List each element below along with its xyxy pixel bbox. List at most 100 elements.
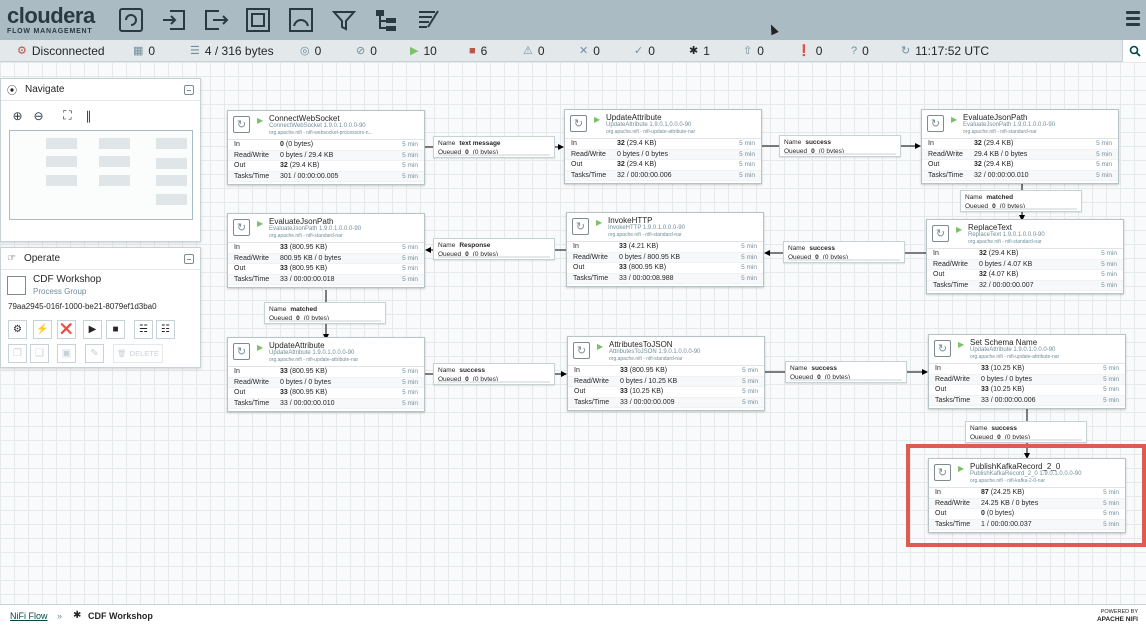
zoom-in-icon[interactable]: ⊕ — [9, 107, 26, 124]
group-icon: ▣ — [61, 348, 72, 359]
copy-icon: ❐ — [13, 348, 22, 359]
processor-icon: ↻ — [572, 218, 589, 235]
stale-icon: ⇧ — [743, 45, 753, 57]
output-port-icon[interactable] — [203, 7, 229, 33]
running-icon: ▶ — [958, 464, 965, 473]
connection-label[interactable]: Name text message Queued 0 (0 bytes) — [433, 136, 555, 158]
paste-button[interactable]: ❑ — [30, 344, 49, 363]
warning-icon: ⚠ — [523, 45, 533, 57]
processor-connectwebsocket[interactable]: ↻ ▶ ConnectWebSocket ConnectWebSocket 1.9.… — [227, 110, 425, 185]
running-icon: ▶ — [596, 218, 603, 227]
running-icon: ▶ — [594, 115, 601, 124]
not-transmitting-icon: ⊘ — [356, 45, 366, 57]
stop-button[interactable]: ■ — [106, 320, 125, 339]
processor-publishkafkarecord[interactable]: ↻ ▶ PublishKafkaRecord_2_0 PublishKafkaRec… — [928, 458, 1126, 533]
up-to-date-count: ✓ 0 — [634, 44, 655, 58]
processor-invokehttp[interactable]: ↻ ▶ InvokeHTTP InvokeHTTP 1.9.0.1.0.0.0-90… — [566, 212, 764, 287]
breadcrumb-separator: » — [57, 611, 63, 621]
group-button[interactable]: ▣ — [57, 344, 76, 363]
processor-icon: ↻ — [573, 342, 590, 359]
threads-icon: ▦ — [133, 45, 144, 57]
operate-panel: ☞ Operate CDF Workshop Process Group 79aa… — [0, 247, 201, 368]
copy-button[interactable]: ❐ — [8, 344, 27, 363]
create-template-button[interactable]: ☵ — [134, 320, 153, 339]
processor-icon[interactable] — [118, 7, 144, 33]
enable-button[interactable]: ⚡ — [33, 320, 52, 339]
running-icon: ▶ — [956, 225, 963, 234]
invalid-count: ⚠ 0 — [523, 44, 545, 58]
upload-template-button[interactable]: ☷ — [156, 320, 175, 339]
play-icon: ▶ — [88, 324, 97, 335]
processor-icon: ↻ — [934, 340, 951, 357]
global-menu-icon[interactable] — [1126, 11, 1140, 29]
processor-icon: ↻ — [233, 219, 250, 236]
connection-label[interactable]: Name Response Queued 0 (0 bytes) — [433, 238, 555, 260]
connection-label[interactable]: Name success Queued 0 (0 bytes) — [783, 241, 905, 263]
collapse-icon[interactable] — [184, 85, 194, 95]
template-icon[interactable] — [373, 7, 399, 33]
remote-process-group-icon[interactable] — [288, 7, 314, 33]
processor-attributestojson[interactable]: ↻ ▶ AttributesToJSON AttributesToJSON 1.9.… — [567, 336, 765, 411]
check-icon: ✓ — [634, 45, 644, 57]
processor-icon: ↻ — [233, 116, 250, 133]
exclamation-icon: ❗ — [797, 45, 811, 57]
disabled-count: ✕ 0 — [579, 44, 600, 58]
disable-icon: ❌ — [60, 324, 73, 335]
search-icon — [1129, 45, 1141, 57]
operate-id: 79aa2945-016f-1000-be21-8079ef1d3ba0 — [8, 302, 157, 311]
processor-icon: ↻ — [927, 115, 944, 132]
logo-main-text: cloudera — [7, 3, 95, 28]
disabled-icon: ✕ — [579, 45, 589, 57]
search-button[interactable] — [1122, 40, 1146, 62]
processor-evaluatejsonpath[interactable]: ↻ ▶ EvaluateJsonPath EvaluateJsonPath 1.9.… — [227, 213, 425, 288]
processor-evaluatejsonpath[interactable]: ↻ ▶ EvaluateJsonPath EvaluateJsonPath 1.9.… — [921, 109, 1119, 184]
operate-name: CDF Workshop — [33, 274, 102, 285]
sync-failure-count: ? 0 — [851, 44, 869, 58]
breadcrumb-root[interactable]: NiFi Flow — [10, 611, 48, 621]
processor-icon: ↻ — [570, 115, 587, 132]
stop-icon: ■ — [112, 324, 119, 335]
locally-modified-stale-count: ❗ 0 — [797, 44, 823, 58]
label-icon[interactable] — [416, 7, 442, 33]
running-icon: ▶ — [958, 340, 965, 349]
running-icon: ▶ — [597, 342, 604, 351]
delete-button[interactable]: 🗑 DELETE — [113, 344, 163, 363]
funnel-icon[interactable] — [331, 7, 357, 33]
connection-label[interactable]: Name success Queued 0 (0 bytes) — [785, 361, 907, 383]
upload-template-icon: ☷ — [161, 324, 170, 335]
transmitting-icon: ◎ — [300, 45, 310, 57]
color-button[interactable]: ✎ — [85, 344, 104, 363]
running-icon: ▶ — [257, 116, 264, 125]
hand-icon: ☞ — [7, 253, 16, 264]
question-icon: ? — [851, 45, 858, 57]
connection-label[interactable]: Name success Queued 0 (0 bytes) — [965, 421, 1087, 443]
birdseye-view[interactable] — [9, 130, 193, 220]
connection-label[interactable]: Name matched Queued 0 (0 bytes) — [960, 190, 1082, 212]
logo-sub-text: FLOW MANAGEMENT — [7, 28, 93, 35]
connection-label[interactable]: Name matched Queued 0 (0 bytes) — [264, 302, 386, 324]
processor-set-schema-name[interactable]: ↻ ▶ Set Schema Name UpdateAttribute 1.9.0.… — [928, 334, 1126, 409]
input-port-icon[interactable] — [161, 7, 187, 33]
template-icon: ☵ — [139, 324, 148, 335]
start-button[interactable]: ▶ — [83, 320, 102, 339]
fit-screen-icon[interactable]: ⛶ — [59, 107, 76, 124]
actual-size-icon[interactable]: ∥ — [80, 107, 97, 124]
breadcrumb-current[interactable]: CDF Workshop — [88, 611, 153, 621]
processor-updateattribute[interactable]: ↻ ▶ UpdateAttribute UpdateAttribute 1.9.0.… — [227, 337, 425, 412]
navigate-panel: ⦿ Navigate ⊕ ⊖ ⛶ ∥ — [0, 78, 201, 242]
play-icon: ▶ — [410, 45, 419, 57]
active-threads: ▦ 0 — [133, 44, 156, 58]
configure-button[interactable]: ⚙ — [8, 320, 27, 339]
connection-label[interactable]: Name success Queued 0 (0 bytes) — [433, 363, 555, 385]
connection-label[interactable]: Name success Queued 0 (0 bytes) — [779, 135, 901, 157]
processor-updateattribute[interactable]: ↻ ▶ UpdateAttribute UpdateAttribute 1.9.0.… — [564, 109, 762, 184]
zoom-out-icon[interactable]: ⊖ — [30, 107, 47, 124]
processor-replacetext[interactable]: ↻ ▶ ReplaceText ReplaceText 1.9.0.1.0.0.0-… — [926, 219, 1124, 294]
stopped-count: ■ 6 — [469, 44, 488, 58]
running-icon: ▶ — [257, 343, 264, 352]
process-group-icon[interactable] — [245, 7, 271, 33]
stop-icon: ■ — [469, 45, 476, 57]
collapse-icon[interactable] — [184, 254, 194, 264]
disable-button[interactable]: ❌ — [57, 320, 76, 339]
refresh-icon[interactable]: ↻ — [901, 45, 910, 57]
